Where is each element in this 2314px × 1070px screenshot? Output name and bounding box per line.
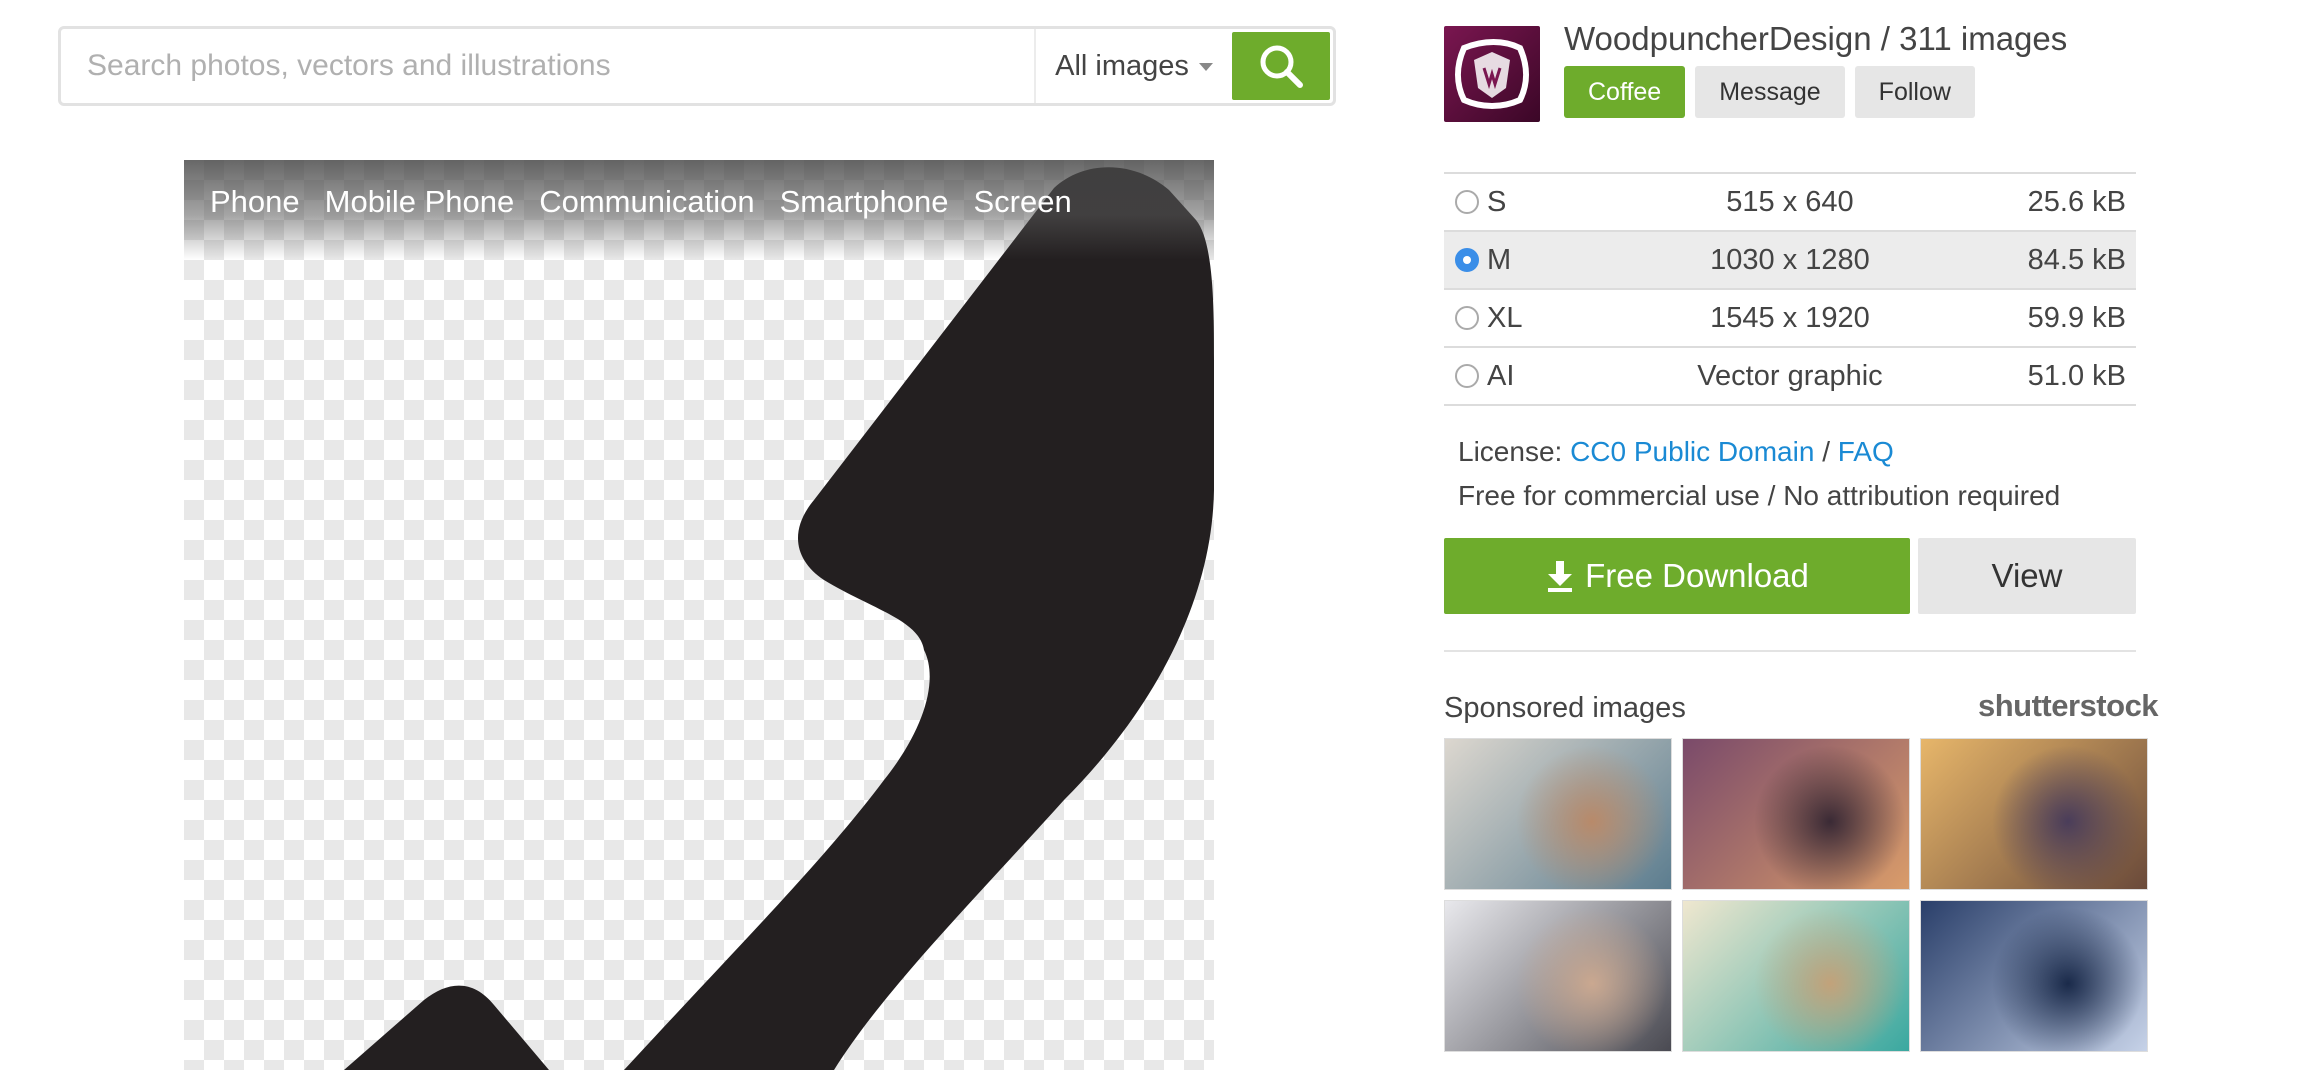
view-button[interactable]: View	[1918, 538, 2136, 614]
search-input[interactable]	[61, 29, 1034, 103]
sponsored-thumb-dialing-desk-phone[interactable]	[1444, 900, 1672, 1052]
tag-link[interactable]: Screen	[973, 184, 1071, 220]
search-button[interactable]	[1232, 32, 1330, 100]
divider	[1444, 650, 2136, 652]
tag-link[interactable]: Mobile Phone	[325, 184, 515, 220]
message-button[interactable]: Message	[1695, 66, 1845, 118]
file-size: 51.0 kB	[2027, 359, 2126, 392]
sponsored-thumb-vintage-green-phone[interactable]	[1682, 900, 1910, 1052]
image-type-label: All images	[1055, 49, 1189, 82]
license-prefix: License:	[1458, 436, 1563, 467]
size-code: AI	[1487, 359, 1515, 392]
author-avatar[interactable]	[1444, 26, 1540, 122]
sponsored-thumb-hand-touching-phone[interactable]	[1920, 738, 2148, 890]
file-size: 84.5 kB	[2027, 243, 2126, 276]
license-link[interactable]: CC0 Public Domain	[1570, 436, 1814, 467]
tag-link[interactable]: Smartphone	[780, 184, 949, 220]
file-size: 59.9 kB	[2027, 301, 2126, 334]
size-code: XL	[1487, 301, 1523, 334]
size-options: S 515 x 640 25.6 kB M 1030 x 1280 84.5 k…	[1444, 172, 2136, 406]
size-option-s[interactable]: S 515 x 640 25.6 kB	[1444, 174, 2136, 232]
size-radio[interactable]	[1455, 364, 1479, 388]
size-radio[interactable]	[1455, 190, 1479, 214]
image-type-dropdown[interactable]: All images	[1034, 29, 1232, 103]
file-size: 25.6 kB	[2027, 185, 2126, 218]
shutterstock-logo[interactable]: shutterstock	[1978, 688, 2159, 724]
author-name[interactable]: WoodpuncherDesign / 311 images	[1564, 20, 2067, 58]
author-logo	[1455, 39, 1529, 109]
image-preview[interactable]: Phone Mobile Phone Communication Smartph…	[184, 160, 1214, 1070]
size-code: M	[1487, 243, 1512, 276]
license-separator: /	[1822, 436, 1830, 467]
size-radio[interactable]	[1455, 306, 1479, 330]
size-radio[interactable]	[1455, 248, 1479, 272]
phone-handset-graphic	[344, 167, 1214, 1070]
size-option-xl[interactable]: XL 1545 x 1920 59.9 kB	[1444, 290, 2136, 348]
chevron-down-icon	[1198, 63, 1213, 71]
tag-link[interactable]: Communication	[539, 184, 754, 220]
author-actions: Coffee Message Follow	[1564, 66, 1975, 118]
license-note: Free for commercial use / No attribution…	[1458, 480, 2061, 511]
size-option-ai[interactable]: AI Vector graphic 51.0 kB	[1444, 348, 2136, 406]
size-option-m[interactable]: M 1030 x 1280 84.5 kB	[1444, 232, 2136, 290]
sponsored-label: Sponsored images	[1444, 692, 1686, 724]
sponsored-thumb-phone-bokeh-lights[interactable]	[1682, 738, 1910, 890]
tag-bar: Phone Mobile Phone Communication Smartph…	[184, 160, 1214, 260]
faq-link[interactable]: FAQ	[1838, 436, 1894, 467]
follow-button[interactable]: Follow	[1854, 66, 1975, 118]
download-icon	[1548, 561, 1573, 592]
size-code: S	[1487, 185, 1507, 218]
sponsored-thumbnails	[1444, 738, 2148, 1052]
license-info: License: CC0 Public Domain / FAQ Free fo…	[1458, 430, 2060, 518]
license-line: License: CC0 Public Domain / FAQ	[1458, 430, 2060, 474]
coffee-button[interactable]: Coffee	[1564, 66, 1686, 118]
sponsored-thumb-businessman-with-phone[interactable]	[1920, 900, 2148, 1052]
download-label: Free Download	[1585, 557, 1809, 594]
tag-link[interactable]: Phone	[210, 184, 300, 220]
search-bar: All images	[58, 26, 1336, 106]
free-download-button[interactable]: Free Download	[1444, 538, 1910, 614]
search-icon	[1260, 45, 1303, 88]
sponsored-thumb-man-holding-phone[interactable]	[1444, 738, 1672, 890]
